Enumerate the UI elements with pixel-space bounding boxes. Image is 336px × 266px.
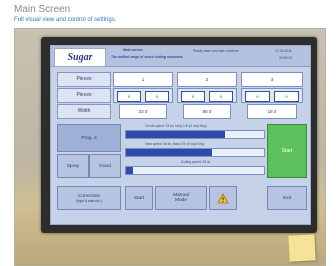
chunk-speed-label: Chunk speed: 33 sb, body 0 th (0 ooly 0/…	[145, 124, 207, 128]
pieces-count-a-3[interactable]: 0	[245, 91, 270, 102]
time-readout: 09:53:19	[279, 56, 293, 60]
pieces-count-group-2: 0 0	[177, 88, 237, 103]
manual-sublabel: Mode	[175, 198, 187, 203]
pieces-count-group-3: 0 0	[241, 88, 303, 103]
correction-sublabel: (right & saw etc.)	[76, 198, 102, 203]
width-field-3[interactable]: 18 0	[247, 104, 297, 119]
width-row-label: Width	[57, 104, 111, 119]
warning-button[interactable]	[209, 186, 237, 210]
pieces-count-b-2[interactable]: 0	[209, 91, 233, 102]
chunk-speed-bar	[125, 130, 265, 139]
cutting-speed-fill	[126, 167, 133, 174]
piece-slot-2[interactable]: 2	[177, 72, 237, 87]
sticky-note	[288, 234, 316, 262]
pieces-count-group-1: 0 0	[113, 88, 173, 103]
screen-name: Main screen	[123, 48, 143, 52]
width-field-2[interactable]: 88 0	[183, 104, 231, 119]
caption-title: Main Screen	[14, 4, 71, 15]
infos-speed-label: Infos speed: 36 sb, body 0 th (0 ooly 0/…	[145, 142, 205, 146]
machine-status: Ready state and safe machine	[193, 49, 239, 53]
cutting-speed-label: Cutting speed: 33 sb	[181, 160, 211, 164]
hmi-screen: Sugar Main screen The unified range of b…	[50, 45, 311, 225]
pieces-count-b-3[interactable]: 0	[274, 91, 299, 102]
pieces-count-b-1[interactable]: 0	[145, 91, 169, 102]
correction-button[interactable]: Correction (right & saw etc.)	[57, 186, 121, 210]
caption-subtitle: Full visual view and control of settings…	[14, 17, 117, 23]
good-button[interactable]: Good	[89, 154, 121, 178]
width-row: Width 33 0 88 0 18 0	[57, 104, 304, 119]
piece-slot-1[interactable]: 1	[113, 72, 173, 87]
monitor-bezel: Sugar Main screen The unified range of b…	[41, 37, 317, 233]
date-readout: 17.06.2011	[275, 49, 292, 53]
width-field-1[interactable]: 33 0	[119, 104, 167, 119]
start-cycle-button[interactable]: Start	[267, 124, 307, 178]
pieces-count-a-1[interactable]: 0	[117, 91, 141, 102]
brand-logo: Sugar	[54, 48, 106, 67]
cutting-speed-bar	[125, 166, 265, 175]
pieces-count-row: Pieces 0 0 0 0 0 0	[57, 88, 304, 103]
program-button[interactable]: Prog. 4	[57, 124, 121, 152]
piece-slot-3[interactable]: 3	[241, 72, 303, 87]
machine-photo: Sugar Main screen The unified range of b…	[14, 28, 326, 266]
pieces-count-a-2[interactable]: 0	[181, 91, 205, 102]
screen-subtitle: The unified range of board cutting machi…	[111, 55, 183, 59]
hmi-header: Sugar Main screen The unified range of b…	[51, 46, 310, 67]
exit-button[interactable]: Exit	[267, 186, 307, 210]
pieces-row-label: Pieces	[57, 72, 111, 87]
infos-speed-bar	[125, 148, 265, 157]
pieces-row: Pieces 1 2 3	[57, 72, 304, 87]
spray-button[interactable]: Spray	[57, 154, 89, 178]
infos-speed-fill	[126, 149, 212, 156]
warning-icon	[217, 192, 229, 203]
pieces-count-label: Pieces	[57, 88, 111, 103]
start-button[interactable]: Start	[125, 186, 153, 210]
manual-mode-button[interactable]: Manual Mode	[155, 186, 207, 210]
chunk-speed-fill	[126, 131, 226, 138]
